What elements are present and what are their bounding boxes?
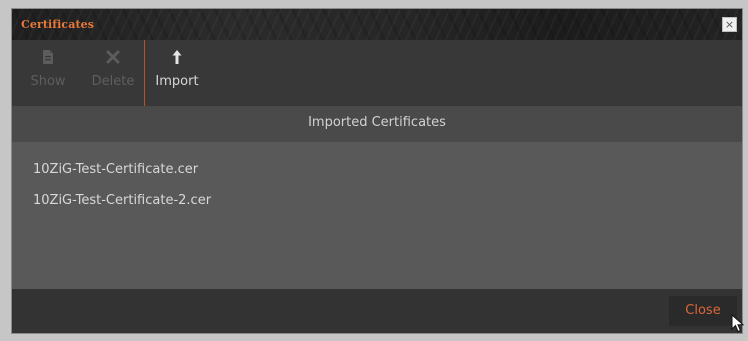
show-button-label: Show <box>30 74 66 89</box>
delete-button-label: Delete <box>91 74 135 89</box>
dialog-titlebar: Certificates × <box>12 9 742 40</box>
certificate-list-item[interactable]: 10ZiG-Test-Certificate-2.cer <box>33 193 211 208</box>
list-header: Imported Certificates <box>12 106 742 143</box>
import-button-label: Import <box>155 74 199 89</box>
x-icon <box>106 50 120 64</box>
import-button[interactable]: Import <box>152 40 202 106</box>
upload-arrow-icon <box>172 50 182 64</box>
document-icon <box>43 50 53 64</box>
dialog-title: Certificates <box>21 18 95 31</box>
toolbar-divider <box>144 40 145 106</box>
certificate-list-item[interactable]: 10ZiG-Test-Certificate.cer <box>33 162 198 177</box>
close-button[interactable]: Close <box>669 296 737 326</box>
certificate-list: 10ZiG-Test-Certificate.cer 10ZiG-Test-Ce… <box>12 142 742 289</box>
list-header-title: Imported Certificates <box>308 115 446 130</box>
show-button[interactable]: Show <box>27 40 69 106</box>
delete-button[interactable]: Delete <box>87 40 139 106</box>
dialog-close-icon[interactable]: × <box>722 17 737 32</box>
toolbar: Show Delete Import <box>12 40 742 106</box>
certificates-dialog: Certificates × Show Delete Import Import… <box>11 8 743 334</box>
titlebar-texture <box>12 9 742 40</box>
dialog-footer: Close <box>12 289 742 333</box>
mouse-pointer-icon <box>731 314 745 333</box>
